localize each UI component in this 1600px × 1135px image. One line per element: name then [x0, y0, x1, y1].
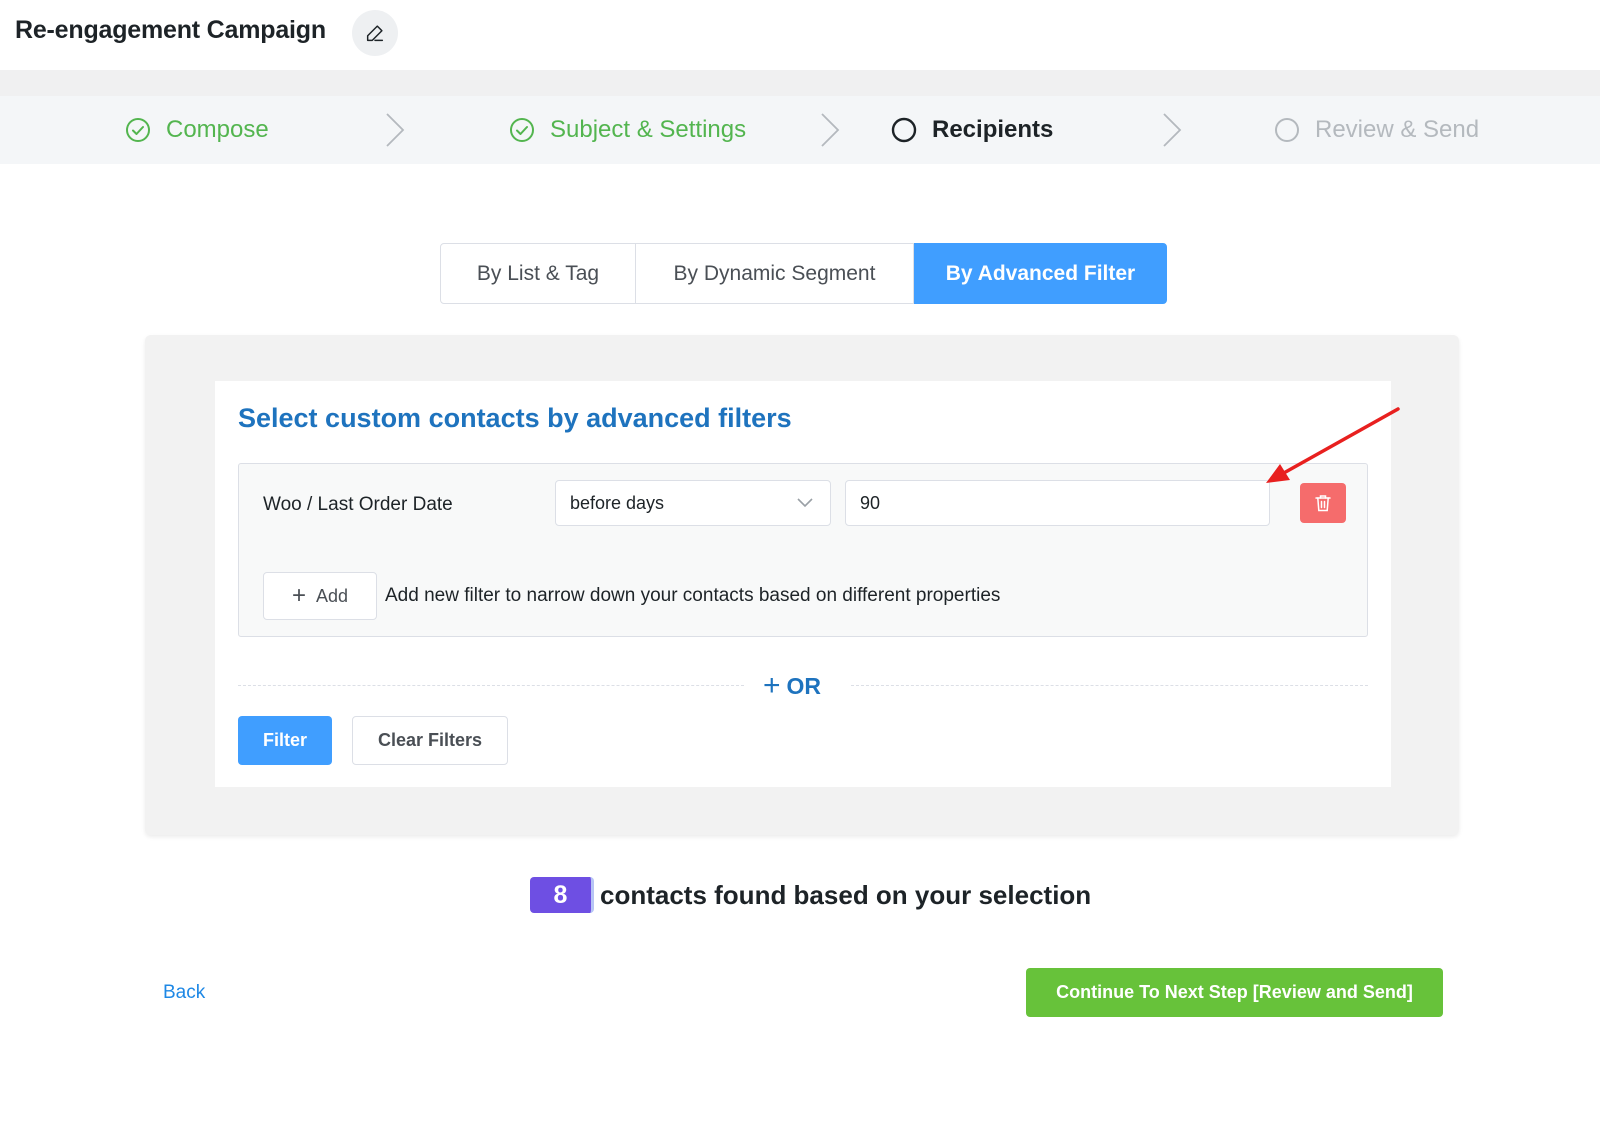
- add-filter-button[interactable]: + Add: [263, 572, 377, 620]
- plus-icon: +: [763, 669, 781, 702]
- filters-card: Select custom contacts by advanced filte…: [215, 381, 1391, 787]
- step-recipients[interactable]: Recipients: [890, 96, 1053, 164]
- chevron-right-icon: [1163, 113, 1182, 147]
- clear-filters-button[interactable]: Clear Filters: [352, 716, 508, 765]
- plus-icon: +: [291, 582, 306, 609]
- continue-button[interactable]: Continue To Next Step [Review and Send]: [1026, 968, 1443, 1017]
- chevron-right-icon: [821, 113, 840, 147]
- tab-list-tag[interactable]: By List & Tag: [440, 243, 636, 304]
- step-label: Review & Send: [1315, 116, 1480, 143]
- step-compose[interactable]: Compose: [124, 96, 269, 164]
- contacts-count-badge: 8: [530, 877, 594, 913]
- recipient-mode-tabs: By List & Tag By Dynamic Segment By Adva…: [440, 243, 1167, 304]
- step-label: Recipients: [932, 116, 1054, 143]
- step-label: Subject & Settings: [550, 116, 747, 143]
- check-circle-icon: [124, 116, 152, 144]
- step-review-send[interactable]: Review & Send: [1273, 96, 1479, 164]
- back-link[interactable]: Back: [163, 982, 205, 1004]
- divider: [238, 685, 744, 686]
- filter-group: Woo / Last Order Date before days + Add …: [238, 463, 1368, 637]
- filter-value-input[interactable]: [845, 480, 1270, 526]
- filter-button[interactable]: Filter: [238, 716, 332, 765]
- tab-dynamic-segment[interactable]: By Dynamic Segment: [636, 243, 914, 304]
- add-or-group-button[interactable]: + OR: [763, 669, 821, 703]
- campaign-title: Re-engagement Campaign: [15, 16, 326, 44]
- chevron-down-icon: [797, 498, 813, 508]
- operator-value: before days: [570, 492, 665, 513]
- campaign-steps: Compose Subject & Settings Recipients Re…: [0, 96, 1600, 164]
- step-label: Compose: [166, 116, 269, 143]
- annotation-arrow-icon: [1266, 407, 1400, 483]
- chevron-right-icon: [386, 113, 405, 147]
- circle-icon: [1273, 116, 1301, 144]
- filter-property-label: Woo / Last Order Date: [263, 494, 453, 515]
- contacts-count-text: contacts found based on your selection: [600, 879, 1092, 910]
- operator-select[interactable]: before days: [555, 480, 831, 526]
- filters-title: Select custom contacts by advanced filte…: [238, 403, 792, 433]
- add-filter-hint: Add new filter to narrow down your conta…: [385, 585, 1001, 606]
- pencil-icon: [366, 25, 384, 42]
- or-label: OR: [786, 672, 822, 699]
- header-divider: [0, 70, 1600, 96]
- check-circle-icon: [508, 116, 536, 144]
- step-subject-settings[interactable]: Subject & Settings: [508, 96, 746, 164]
- trash-icon: [1315, 495, 1331, 512]
- contacts-count-row: 8 contacts found based on your selection: [530, 876, 1091, 914]
- divider: [851, 685, 1368, 686]
- circle-icon: [890, 116, 918, 144]
- add-filter-label: Add: [315, 585, 349, 606]
- tab-advanced-filter[interactable]: By Advanced Filter: [914, 243, 1167, 304]
- page-header: Re-engagement Campaign: [0, 0, 1600, 70]
- edit-title-button[interactable]: [352, 10, 398, 56]
